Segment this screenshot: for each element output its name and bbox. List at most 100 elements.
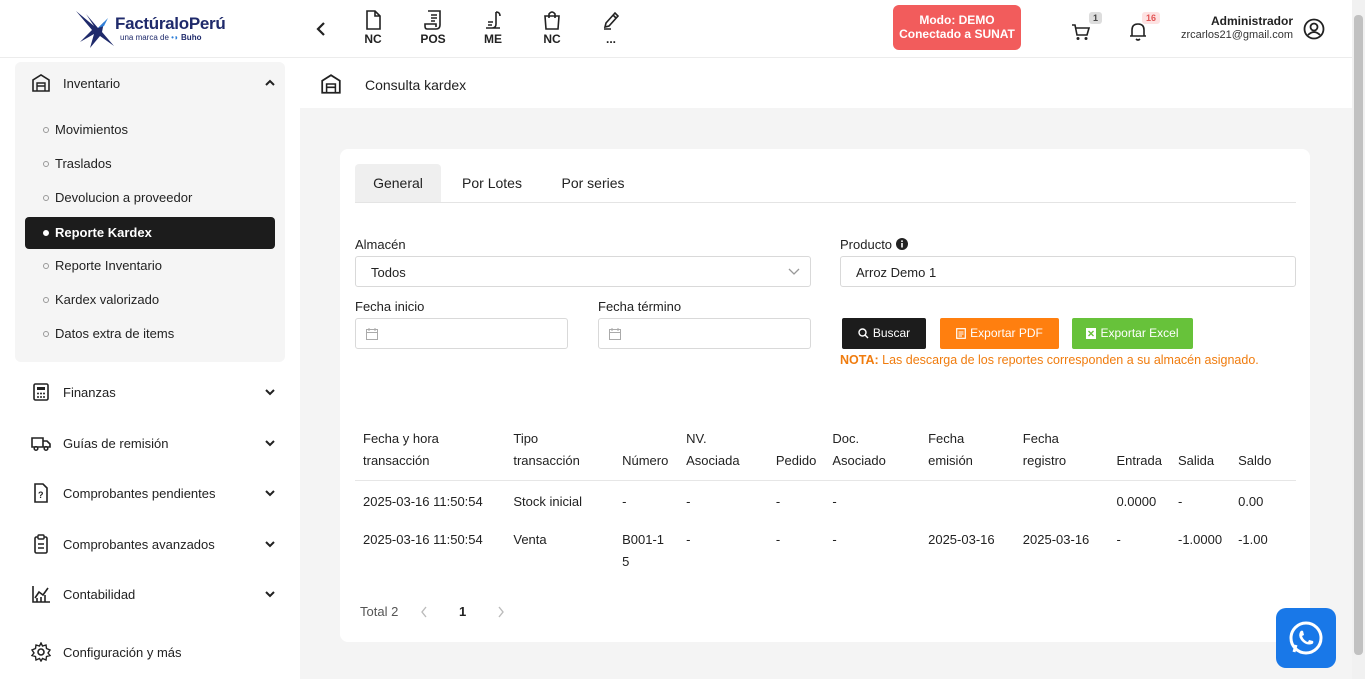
user-name: Administrador (1210, 14, 1293, 28)
sub-label: Reporte Inventario (55, 258, 162, 273)
sidebar-item-inventario[interactable]: Inventario (0, 66, 300, 100)
quick-action-more[interactable]: ... (591, 10, 631, 46)
sidebar-item-label: Guías de remisión (63, 436, 169, 451)
cell: 2025-03-16 11:50:54 (363, 494, 483, 509)
scrollbar[interactable] (1352, 0, 1365, 679)
calendar-icon (366, 328, 378, 340)
quick-action-nc[interactable]: NC (353, 10, 393, 46)
page-number[interactable]: 1 (459, 604, 466, 619)
cart-badge: 1 (1089, 12, 1103, 24)
fecha-inicio-input[interactable] (355, 318, 568, 349)
bullet-icon (43, 263, 49, 269)
cell: - (832, 532, 837, 547)
tab-general[interactable]: General (355, 164, 441, 202)
sidebar-item-guias[interactable]: Guías de remisión (0, 426, 300, 460)
buho-icon: •◗ (171, 33, 179, 42)
buscar-button[interactable]: Buscar (842, 318, 926, 349)
whatsapp-icon (1289, 621, 1323, 655)
info-icon[interactable] (895, 238, 908, 250)
bird-logo-icon (76, 11, 114, 48)
nota-body: Las descarga de los reportes corresponde… (878, 353, 1259, 367)
scrollbar-thumb[interactable] (1354, 15, 1363, 655)
document-icon (366, 10, 381, 30)
logo[interactable]: FactúraloPerú una marca de •◗ Buho (74, 8, 234, 50)
producto-select[interactable]: Arroz Demo 1 (840, 256, 1296, 287)
sidebar-sub-reporte-inventario[interactable]: Reporte Inventario (25, 250, 275, 282)
clipboard-icon (34, 534, 48, 554)
shopping-bag-icon (544, 11, 560, 30)
chevron-up-icon (265, 79, 275, 86)
tabs: General Por Lotes Por series (355, 164, 1296, 203)
sidebar-item-comprobantes-pendientes[interactable]: ? Comprobantes pendientes (0, 476, 300, 510)
quick-action-label: ... (605, 32, 616, 46)
tab-por-lotes[interactable]: Por Lotes (449, 164, 535, 202)
fecha-termino-label: Fecha término (598, 299, 682, 314)
chevron-left-icon[interactable] (420, 606, 428, 618)
sidebar-sub-movimientos[interactable]: Movimientos (25, 114, 275, 146)
chevron-down-icon (265, 591, 275, 598)
user-info[interactable]: Administrador zrcarlos21@gmail.com (1181, 14, 1293, 42)
sidebar-sub-devolucion[interactable]: Devolucion a proveedor (25, 182, 275, 214)
table-row: 2025-03-16 11:50:54 Stock inicial - - - … (355, 481, 1296, 520)
chevron-right-icon[interactable] (497, 606, 505, 618)
col-doc-asociado: Doc. Asociado (824, 424, 921, 481)
cell: - (686, 532, 691, 547)
user-avatar-icon[interactable] (1303, 18, 1325, 40)
exportar-pdf-button[interactable]: Exportar PDF (940, 318, 1059, 349)
receipt-icon (424, 10, 441, 30)
sidebar-item-finanzas[interactable]: Finanzas (0, 375, 300, 409)
quick-action-me[interactable]: ME (473, 10, 513, 46)
pagination: Total 2 1 (360, 604, 504, 619)
cell: Venta (513, 532, 547, 547)
bullet-icon (43, 161, 49, 167)
col-saldo: Saldo (1230, 424, 1296, 481)
bullet-icon (43, 331, 49, 337)
cell: 0.0000 (1116, 494, 1157, 509)
sidebar-item-label: Comprobantes avanzados (63, 537, 215, 552)
sub-label: Kardex valorizado (55, 292, 160, 307)
main-content: Consulta kardex General Por Lotes Por se… (300, 58, 1352, 679)
breadcrumb: Consulta kardex (300, 58, 1352, 108)
quick-action-label: NC (364, 32, 382, 46)
logo-text: FactúraloPerú (115, 14, 226, 33)
whatsapp-button[interactable] (1276, 608, 1336, 668)
cell: - (832, 494, 837, 509)
chevron-left-icon[interactable] (313, 20, 329, 38)
quick-action-nc-bag[interactable]: NC (532, 10, 572, 46)
col-nv-asociada: NV. Asociada (678, 424, 768, 481)
cell: B001-15 (622, 532, 665, 569)
calculator-icon (33, 383, 49, 401)
top-bar: FactúraloPerú una marca de •◗ Buho NC PO… (0, 0, 1352, 58)
tab-por-series[interactable]: Por series (548, 164, 638, 202)
sidebar-item-label: Contabilidad (63, 587, 136, 602)
sidebar-sub-reporte-kardex[interactable]: Reporte Kardex (25, 217, 275, 249)
fecha-termino-input[interactable] (598, 318, 811, 349)
demo-mode-badge[interactable]: Modo: DEMO Conectado a SUNAT (893, 5, 1021, 50)
almacen-select[interactable]: Todos (355, 256, 811, 287)
col-tipo: Tipo transacción (505, 424, 615, 481)
sidebar-sub-traslados[interactable]: Traslados (25, 148, 275, 180)
sidebar-item-contabilidad[interactable]: Contabilidad (0, 577, 300, 611)
almacen-value: Todos (371, 265, 406, 280)
sidebar-sub-datos-extra[interactable]: Datos extra de items (25, 318, 275, 350)
sidebar-item-comprobantes-avanzados[interactable]: Comprobantes avanzados (0, 527, 300, 561)
sidebar-item-configuracion[interactable]: Configuración y más (0, 635, 300, 669)
kardex-card: General Por Lotes Por series Almacén Tod… (340, 149, 1310, 642)
cell: - (775, 532, 781, 547)
cell: - (775, 494, 781, 509)
sidebar-sub-kardex-valorizado[interactable]: Kardex valorizado (25, 284, 275, 316)
chevron-down-icon (265, 389, 275, 396)
cell (1015, 481, 1109, 520)
exportar-excel-button[interactable]: Exportar Excel (1072, 318, 1193, 349)
cell: 2025-03-16 (1022, 532, 1090, 547)
col-fecha-emision: Fecha emisión (920, 424, 1015, 481)
cell: -1.00 (1238, 532, 1268, 547)
quick-action-pos[interactable]: POS (413, 10, 453, 46)
cart-icon[interactable] (1070, 20, 1092, 42)
cell: Stock inicial (513, 494, 582, 509)
search-icon (858, 328, 869, 339)
warehouse-icon (321, 74, 341, 94)
sub-label: Datos extra de items (55, 326, 175, 341)
kardex-table: Fecha y hora transacción Tipo transacción … (355, 424, 1296, 579)
logo-subtitle: una marca de •◗ Buho (120, 33, 201, 42)
